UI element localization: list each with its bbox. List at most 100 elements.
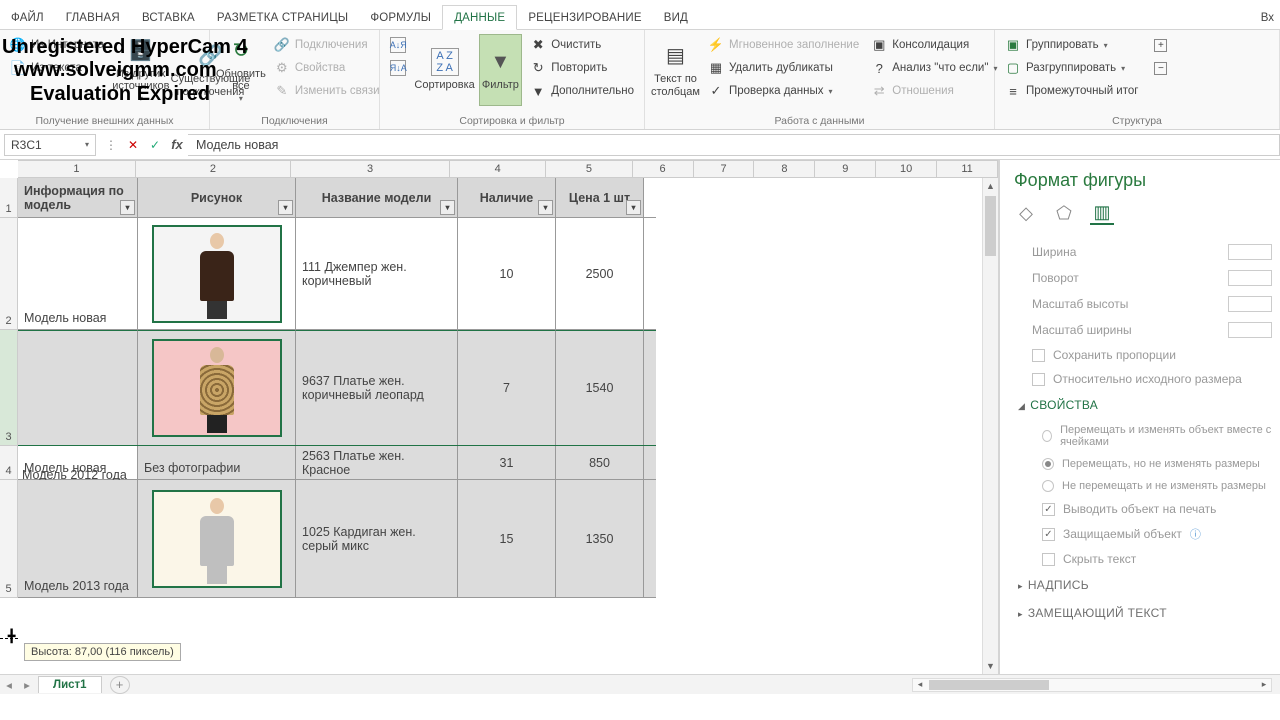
fx-expand-button[interactable]: ⋮ xyxy=(100,134,122,156)
tab-insert[interactable]: ВСТАВКА xyxy=(131,6,206,29)
cell-r4-c4[interactable]: 31 xyxy=(458,446,556,479)
cell-r5-c5[interactable]: 1350 xyxy=(556,480,644,597)
from-other-sources-button[interactable]: 🗄️ Из других источников ▾ xyxy=(112,34,169,106)
cell-r4-c3[interactable]: 2563 Платье жен. Красное xyxy=(296,446,458,479)
sheet-tab[interactable]: Лист1 xyxy=(38,676,102,693)
checkbox-icon[interactable]: ✓ xyxy=(1042,528,1055,541)
header-info[interactable]: Информация по модель▾ xyxy=(18,178,138,217)
checkbox-icon[interactable] xyxy=(1032,349,1045,362)
radio-icon[interactable] xyxy=(1042,458,1054,470)
product-photo[interactable] xyxy=(152,225,282,323)
group-button[interactable]: ▣Группировать▾ xyxy=(1001,34,1142,56)
header-photo[interactable]: Рисунок▾ xyxy=(138,178,296,217)
formula-input[interactable]: Модель новая xyxy=(188,134,1280,156)
checkbox-icon[interactable]: ✓ xyxy=(1042,503,1055,516)
col-header-1[interactable]: 1 xyxy=(18,161,136,177)
tab-review[interactable]: РЕЦЕНЗИРОВАНИЕ xyxy=(517,6,652,29)
scroll-down-icon[interactable]: ▼ xyxy=(983,658,998,674)
scale-w-input[interactable] xyxy=(1228,322,1272,338)
sort-button[interactable]: A ZZ A Сортировка xyxy=(415,34,475,106)
cancel-entry-button[interactable]: ✕ xyxy=(122,134,144,156)
rotation-input[interactable] xyxy=(1228,270,1272,286)
hscroll-thumb[interactable] xyxy=(929,680,1049,690)
size-props-tab-icon[interactable]: ▥ xyxy=(1090,201,1114,225)
col-header-8[interactable]: 8 xyxy=(754,161,815,177)
cell-r3-c3[interactable]: 9637 Платье жен. коричневый леопард xyxy=(296,330,458,445)
clear-filter-button[interactable]: ✖Очистить xyxy=(526,34,638,56)
fill-line-tab-icon[interactable]: ◇ xyxy=(1014,201,1038,225)
product-photo[interactable] xyxy=(152,339,282,437)
cell-r3-c4[interactable]: 7 xyxy=(458,330,556,445)
radio-icon[interactable] xyxy=(1042,480,1054,492)
tab-file[interactable]: ФАЙЛ xyxy=(0,6,55,29)
filter-dropdown-icon[interactable]: ▾ xyxy=(278,200,293,215)
cell-r5-c1[interactable]: Модель 2013 года xyxy=(18,480,138,597)
name-box[interactable]: R3C1▾ xyxy=(4,134,96,156)
move-size-opt2[interactable]: Перемещать, но не изменять размеры xyxy=(1024,453,1272,475)
hide-text-row[interactable]: Скрыть текст xyxy=(1024,547,1272,571)
move-size-opt3[interactable]: Не перемещать и не изменять размеры xyxy=(1024,475,1272,497)
text-to-columns-button[interactable]: ▤ Текст по столбцам xyxy=(651,34,700,106)
expand-icon-btn[interactable]: + xyxy=(1150,34,1171,56)
properties-section-header[interactable]: ◢СВОЙСТВА xyxy=(1014,391,1272,419)
subtotal-button[interactable]: ≡Промежуточный итог xyxy=(1001,80,1142,102)
col-header-7[interactable]: 7 xyxy=(694,161,755,177)
row-header-5[interactable]: 5 xyxy=(0,480,17,598)
tab-view[interactable]: ВИД xyxy=(653,6,699,29)
caption-section-header[interactable]: ▸НАДПИСЬ xyxy=(1014,571,1272,599)
filter-dropdown-icon[interactable]: ▾ xyxy=(120,200,135,215)
worksheet-grid[interactable]: 1 2 3 4 5 6 7 8 9 10 11 1 2 3 4 5 Инфор xyxy=(0,160,1000,674)
tab-data[interactable]: ДАННЫЕ xyxy=(442,5,517,30)
col-header-2[interactable]: 2 xyxy=(136,161,291,177)
header-price[interactable]: Цена 1 шт▾ xyxy=(556,178,644,217)
reapply-filter-button[interactable]: ↻Повторить xyxy=(526,57,638,79)
col-header-11[interactable]: 11 xyxy=(937,161,998,177)
checkbox-icon[interactable] xyxy=(1032,373,1045,386)
cell-r3-c5[interactable]: 1540 xyxy=(556,330,644,445)
flash-fill-button[interactable]: ⚡Мгновенное заполнение xyxy=(704,34,863,56)
fx-button[interactable]: fx xyxy=(166,134,188,156)
product-photo[interactable] xyxy=(152,490,282,588)
info-icon[interactable]: ⓘ xyxy=(1190,526,1201,542)
relative-row[interactable]: Относительно исходного размера xyxy=(1014,367,1272,391)
add-sheet-button[interactable]: + xyxy=(110,676,130,694)
col-header-10[interactable]: 10 xyxy=(876,161,937,177)
sort-asc-button[interactable]: А↓Я xyxy=(386,34,410,56)
row-header-3[interactable]: 3 xyxy=(0,330,17,446)
col-header-5[interactable]: 5 xyxy=(546,161,632,177)
edit-links-button[interactable]: ✎Изменить связи xyxy=(270,80,384,102)
tab-page-layout[interactable]: РАЗМЕТКА СТРАНИЦЫ xyxy=(206,6,359,29)
scroll-left-icon[interactable]: ◂ xyxy=(913,679,927,690)
width-input[interactable] xyxy=(1228,244,1272,260)
scroll-thumb[interactable] xyxy=(985,196,996,256)
col-header-9[interactable]: 9 xyxy=(815,161,876,177)
sheet-nav-next[interactable]: ▸ xyxy=(18,678,36,692)
cell-r2-c3[interactable]: 111 Джемпер жен. коричневый xyxy=(296,218,458,329)
properties-button[interactable]: ⚙Свойства xyxy=(270,57,384,79)
checkbox-icon[interactable] xyxy=(1042,553,1055,566)
scroll-right-icon[interactable]: ▸ xyxy=(1257,679,1271,690)
scroll-up-icon[interactable]: ▲ xyxy=(983,178,998,194)
filter-dropdown-icon[interactable]: ▾ xyxy=(440,200,455,215)
cell-r5-c4[interactable]: 15 xyxy=(458,480,556,597)
cell-r4-c5[interactable]: 850 xyxy=(556,446,644,479)
lock-ratio-row[interactable]: Сохранить пропорции xyxy=(1014,343,1272,367)
cell-r2-c1[interactable]: Модель новая xyxy=(18,218,138,329)
connections-button[interactable]: 🔗Подключения xyxy=(270,34,384,56)
sheet-nav-prev[interactable]: ◂ xyxy=(0,678,18,692)
move-size-opt1[interactable]: Перемещать и изменять объект вместе с яч… xyxy=(1024,419,1272,453)
from-text-button[interactable]: 📄Из текста xyxy=(6,57,108,79)
cell-r4-c2[interactable]: Без фотографии xyxy=(138,446,296,479)
header-name[interactable]: Название модели▾ xyxy=(296,178,458,217)
from-web-button[interactable]: 🌐Из Интернета xyxy=(6,34,108,56)
cell-r2-c5[interactable]: 2500 xyxy=(556,218,644,329)
col-header-3[interactable]: 3 xyxy=(291,161,450,177)
filter-button[interactable]: ▼ Фильтр xyxy=(479,34,523,106)
ungroup-button[interactable]: ▢Разгруппировать▾ xyxy=(1001,57,1142,79)
consolidate-button[interactable]: ▣Консолидация xyxy=(867,34,1001,56)
refresh-all-button[interactable]: ↻ Обновить все ▾ xyxy=(216,34,266,106)
remove-duplicates-button[interactable]: ▦Удалить дубликаты xyxy=(704,57,863,79)
col-header-4[interactable]: 4 xyxy=(450,161,546,177)
row-header-2[interactable]: 2 xyxy=(0,218,17,330)
horizontal-scrollbar[interactable]: ◂ ▸ xyxy=(912,678,1272,692)
